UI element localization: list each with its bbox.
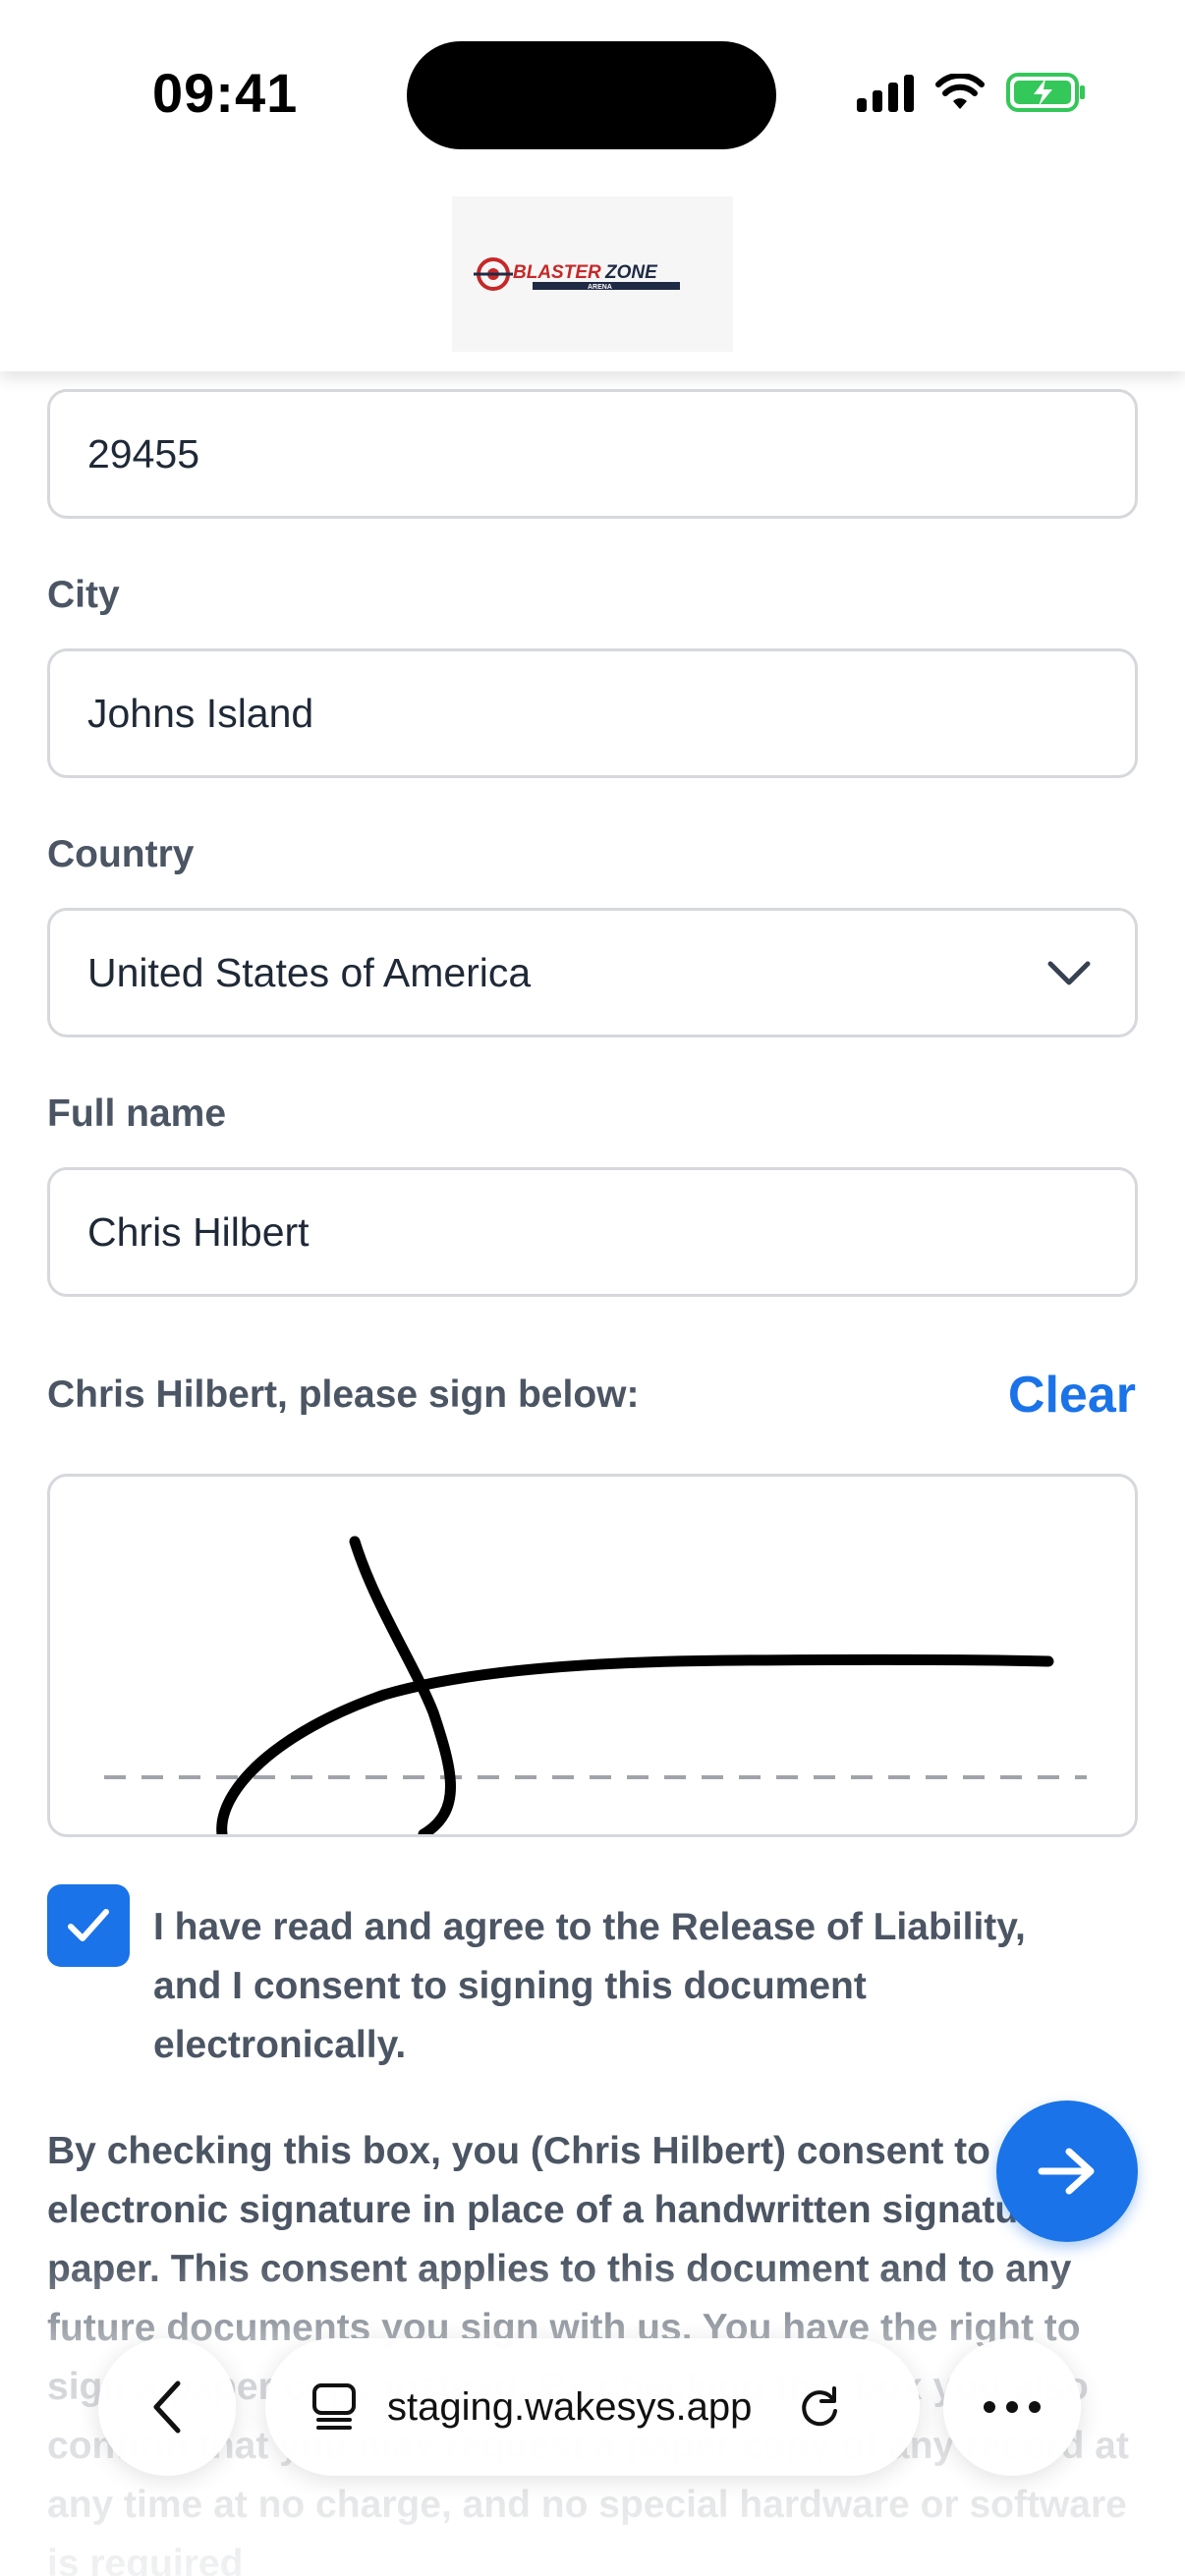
fullname-label: Full name (47, 1092, 227, 1135)
fullname-field[interactable]: Chris Hilbert (47, 1167, 1138, 1297)
signature-pad[interactable] (47, 1474, 1138, 1837)
address-bar[interactable]: staging.wakesys.app (265, 2338, 920, 2476)
country-select[interactable]: United States of America (47, 908, 1138, 1037)
status-time: 09:41 (152, 62, 299, 124)
svg-text:ARENA: ARENA (588, 284, 612, 291)
chevron-down-icon (1047, 961, 1091, 985)
more-options-button[interactable] (943, 2338, 1081, 2476)
dynamic-island (407, 41, 776, 149)
battery-charging-icon (1006, 73, 1085, 112)
app-header: BLASTER ZONE ARENA (0, 187, 1185, 371)
zip-code-value: 29455 (87, 430, 200, 476)
arrow-right-icon (1038, 2148, 1095, 2195)
reload-icon[interactable] (797, 2384, 842, 2430)
chevron-left-icon (153, 2380, 181, 2434)
svg-text:ZONE: ZONE (604, 262, 658, 283)
signature-prompt: Chris Hilbert, please sign below: (47, 1373, 640, 1416)
url-text: staging.wakesys.app (387, 2384, 753, 2429)
signature-drawing (104, 1536, 1087, 1834)
checkmark-icon (68, 1909, 109, 1941)
browser-back-button[interactable] (98, 2338, 236, 2476)
logo-graphic: BLASTER ZONE ARENA (474, 257, 680, 291)
consent-checkbox[interactable] (47, 1884, 130, 1967)
country-label: Country (47, 833, 195, 875)
wifi-icon (935, 74, 985, 109)
status-bar: 09:41 (0, 0, 1185, 187)
cellular-signal-icon (857, 73, 914, 112)
svg-text:BLASTER: BLASTER (513, 262, 601, 283)
zip-code-field[interactable]: 29455 (47, 389, 1138, 519)
next-button[interactable] (996, 2100, 1138, 2242)
tabs-icon (312, 2383, 356, 2430)
browser-toolbar: staging.wakesys.app (0, 2338, 1185, 2476)
ellipsis-icon (984, 2401, 1041, 2413)
status-icons (857, 73, 1087, 112)
city-value: Johns Island (87, 690, 314, 736)
city-label: City (47, 574, 120, 616)
blasterzone-logo: BLASTER ZONE ARENA (452, 196, 733, 352)
fullname-value: Chris Hilbert (87, 1208, 310, 1255)
consent-label: I have read and agree to the Release of … (153, 1906, 1026, 2066)
country-value: United States of America (87, 949, 532, 995)
city-field[interactable]: Johns Island (47, 648, 1138, 778)
clear-signature-button[interactable]: Clear (1008, 1366, 1136, 1425)
